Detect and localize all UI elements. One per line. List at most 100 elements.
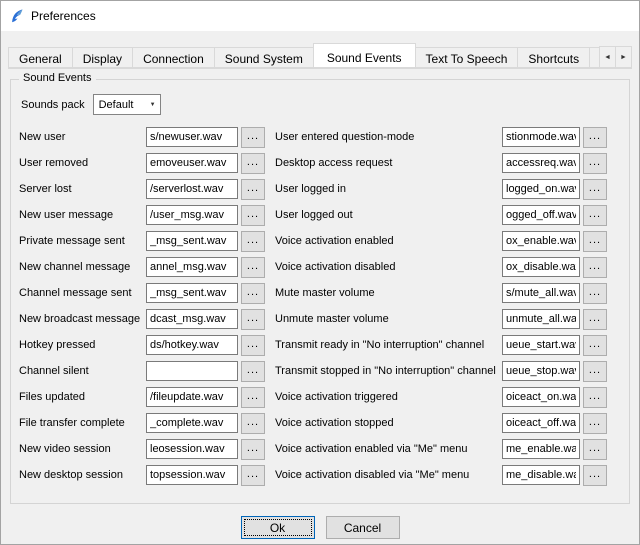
- tab-scroll-right-button[interactable]: ►: [615, 46, 632, 68]
- right-column: User entered question-mode... Desktop acc…: [275, 124, 621, 488]
- unmute-master-volume-input[interactable]: [502, 309, 580, 329]
- channel-silent-input[interactable]: [146, 361, 238, 381]
- private-message-sent-label: Private message sent: [19, 235, 146, 247]
- sound-event-row: User removed...: [19, 150, 265, 176]
- voice-activation-triggered-browse-button[interactable]: ...: [583, 387, 607, 408]
- new-broadcast-message-input[interactable]: [146, 309, 238, 329]
- tab-shortcuts[interactable]: Shortcuts: [517, 47, 590, 68]
- user-logged-out-browse-button[interactable]: ...: [583, 205, 607, 226]
- mute-master-volume-input[interactable]: [502, 283, 580, 303]
- cancel-button[interactable]: Cancel: [326, 516, 400, 539]
- new-user-message-browse-button[interactable]: ...: [241, 205, 265, 226]
- tab-scroll-left-button[interactable]: ◄: [599, 46, 616, 68]
- voice-activation-stopped-input[interactable]: [502, 413, 580, 433]
- new-user-browse-button[interactable]: ...: [241, 127, 265, 148]
- voice-activation-disabled-via-me-menu-browse-button[interactable]: ...: [583, 465, 607, 486]
- voice-activation-triggered-input[interactable]: [502, 387, 580, 407]
- new-desktop-session-label: New desktop session: [19, 469, 146, 481]
- tab-sound-events[interactable]: Sound Events: [313, 43, 416, 68]
- user-removed-input[interactable]: [146, 153, 238, 173]
- ok-button[interactable]: Ok: [241, 516, 315, 539]
- private-message-sent-input[interactable]: [146, 231, 238, 251]
- private-message-sent-browse-button[interactable]: ...: [241, 231, 265, 252]
- preferences-window: Preferences GeneralDisplayConnectionSoun…: [0, 0, 640, 545]
- user-entered-question-mode-input[interactable]: [502, 127, 580, 147]
- sound-event-row: Transmit ready in "No interruption" chan…: [275, 332, 607, 358]
- tab-bar: GeneralDisplayConnectionSound SystemSoun…: [8, 43, 632, 68]
- voice-activation-stopped-browse-button[interactable]: ...: [583, 413, 607, 434]
- sound-events-group: Sound Events Sounds pack Default ▼ New u…: [10, 79, 630, 504]
- tab-text-to-speech[interactable]: Text To Speech: [415, 47, 519, 68]
- desktop-access-request-browse-button[interactable]: ...: [583, 153, 607, 174]
- sound-event-row: User entered question-mode...: [275, 124, 607, 150]
- user-removed-browse-button[interactable]: ...: [241, 153, 265, 174]
- desktop-access-request-label: Desktop access request: [275, 157, 502, 169]
- user-logged-out-input[interactable]: [502, 205, 580, 225]
- new-user-message-input[interactable]: [146, 205, 238, 225]
- unmute-master-volume-browse-button[interactable]: ...: [583, 309, 607, 330]
- server-lost-browse-button[interactable]: ...: [241, 179, 265, 200]
- voice-activation-disabled-label: Voice activation disabled: [275, 261, 502, 273]
- transmit-stopped-in-no-interruption-channel-input[interactable]: [502, 361, 580, 381]
- mute-master-volume-browse-button[interactable]: ...: [583, 283, 607, 304]
- new-desktop-session-input[interactable]: [146, 465, 238, 485]
- server-lost-input[interactable]: [146, 179, 238, 199]
- transmit-ready-in-no-interruption-channel-browse-button[interactable]: ...: [583, 335, 607, 356]
- files-updated-input[interactable]: [146, 387, 238, 407]
- new-channel-message-input[interactable]: [146, 257, 238, 277]
- new-desktop-session-browse-button[interactable]: ...: [241, 465, 265, 486]
- voice-activation-disabled-browse-button[interactable]: ...: [583, 257, 607, 278]
- sound-event-row: Channel silent...: [19, 358, 265, 384]
- voice-activation-enabled-via-me-menu-browse-button[interactable]: ...: [583, 439, 607, 460]
- hotkey-pressed-label: Hotkey pressed: [19, 339, 146, 351]
- new-channel-message-label: New channel message: [19, 261, 146, 273]
- voice-activation-disabled-input[interactable]: [502, 257, 580, 277]
- user-entered-question-mode-browse-button[interactable]: ...: [583, 127, 607, 148]
- channel-message-sent-input[interactable]: [146, 283, 238, 303]
- sounds-pack-row: Sounds pack Default ▼: [21, 94, 621, 115]
- transmit-stopped-in-no-interruption-channel-browse-button[interactable]: ...: [583, 361, 607, 382]
- channel-silent-browse-button[interactable]: ...: [241, 361, 265, 382]
- sound-event-row: New video session...: [19, 436, 265, 462]
- voice-activation-enabled-via-me-menu-input[interactable]: [502, 439, 580, 459]
- sound-event-row: Voice activation triggered...: [275, 384, 607, 410]
- tab-scroll-control: ◄ ►: [599, 46, 632, 68]
- new-video-session-browse-button[interactable]: ...: [241, 439, 265, 460]
- transmit-stopped-in-no-interruption-channel-label: Transmit stopped in "No interruption" ch…: [275, 365, 502, 377]
- voice-activation-disabled-via-me-menu-input[interactable]: [502, 465, 580, 485]
- voice-activation-enabled-browse-button[interactable]: ...: [583, 231, 607, 252]
- tab-connection[interactable]: Connection: [132, 47, 215, 68]
- file-transfer-complete-input[interactable]: [146, 413, 238, 433]
- hotkey-pressed-input[interactable]: [146, 335, 238, 355]
- tab-display[interactable]: Display: [72, 47, 133, 68]
- file-transfer-complete-browse-button[interactable]: ...: [241, 413, 265, 434]
- new-channel-message-browse-button[interactable]: ...: [241, 257, 265, 278]
- voice-activation-enabled-label: Voice activation enabled: [275, 235, 502, 247]
- hotkey-pressed-browse-button[interactable]: ...: [241, 335, 265, 356]
- mute-master-volume-label: Mute master volume: [275, 287, 502, 299]
- channel-message-sent-browse-button[interactable]: ...: [241, 283, 265, 304]
- sounds-pack-select[interactable]: Default ▼: [93, 94, 161, 115]
- user-logged-in-label: User logged in: [275, 183, 502, 195]
- desktop-access-request-input[interactable]: [502, 153, 580, 173]
- new-user-input[interactable]: [146, 127, 238, 147]
- tab-sound-system[interactable]: Sound System: [214, 47, 314, 68]
- sound-event-row: Voice activation enabled...: [275, 228, 607, 254]
- files-updated-label: Files updated: [19, 391, 146, 403]
- new-broadcast-message-browse-button[interactable]: ...: [241, 309, 265, 330]
- sound-event-row: New desktop session...: [19, 462, 265, 488]
- user-logged-in-input[interactable]: [502, 179, 580, 199]
- files-updated-browse-button[interactable]: ...: [241, 387, 265, 408]
- sound-event-row: Unmute master volume...: [275, 306, 607, 332]
- new-video-session-input[interactable]: [146, 439, 238, 459]
- tab-general[interactable]: General: [8, 47, 73, 68]
- server-lost-label: Server lost: [19, 183, 146, 195]
- sound-event-row: Voice activation disabled via "Me" menu.…: [275, 462, 607, 488]
- user-logged-in-browse-button[interactable]: ...: [583, 179, 607, 200]
- user-removed-label: User removed: [19, 157, 146, 169]
- transmit-ready-in-no-interruption-channel-input[interactable]: [502, 335, 580, 355]
- left-column: New user...User removed...Server lost...…: [19, 124, 265, 488]
- voice-activation-enabled-input[interactable]: [502, 231, 580, 251]
- voice-activation-enabled-via-me-menu-label: Voice activation enabled via "Me" menu: [275, 443, 502, 455]
- sounds-pack-value: Default: [99, 99, 134, 111]
